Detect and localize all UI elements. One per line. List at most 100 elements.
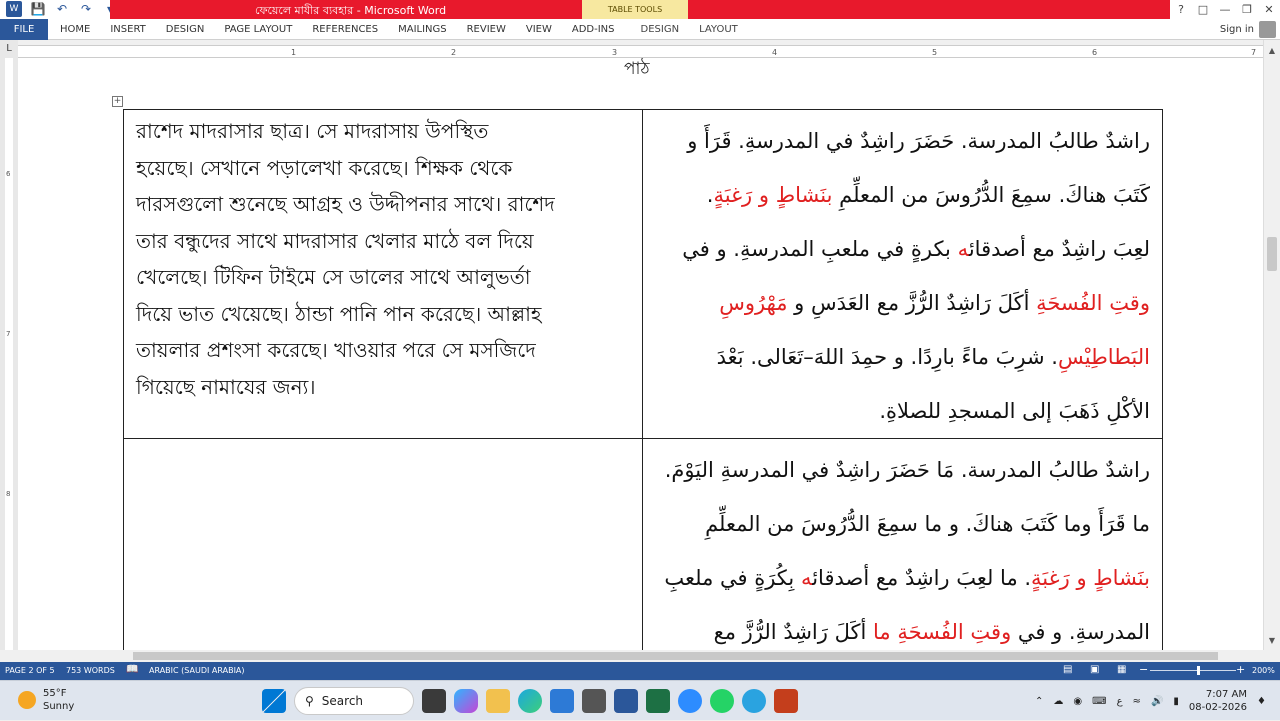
sun-icon[interactable] [18, 691, 36, 709]
zoom-slider-thumb[interactable] [1197, 666, 1200, 675]
read-mode-icon[interactable]: ▤ [1063, 664, 1072, 675]
tab-review[interactable]: REVIEW [457, 19, 516, 40]
bengali-cell[interactable]: রাশেদ মাদরাসার ছাত্র। সে মাদরাসায় উপস্থ… [122, 109, 644, 439]
table-tools-label: TABLE TOOLS [582, 0, 688, 19]
media-icon[interactable] [582, 689, 606, 713]
bengali-line: খেলেছে। টিফিন টাইমে সে ডালের সাথে আলুভর্… [136, 265, 531, 289]
tab-table-design[interactable]: DESIGN [631, 19, 690, 40]
arabic-cell[interactable]: راشدٌ طالبُ المدرسة. مَا حَضَرَ راشِدٌ ف… [642, 438, 1163, 650]
scroll-thumb[interactable] [133, 652, 1218, 660]
arabic-text: راشدٌ طالبُ المدرسة. حَضَرَ راشِدٌ في ال… [687, 129, 1150, 153]
keyboard-icon[interactable]: ⌨ [1092, 696, 1106, 707]
chevron-up-icon[interactable]: ⌃ [1035, 696, 1043, 707]
word-count[interactable]: 753 WORDS [66, 666, 115, 675]
scroll-down-icon[interactable]: ▼ [1264, 634, 1280, 648]
arabic-text: ما قَرَأَ وما كَتَبَ هناكَ. و ما سمِعَ ا… [705, 512, 1150, 536]
search-box[interactable]: ⚲ Search [294, 687, 414, 715]
word-logo-icon[interactable]: W [6, 1, 22, 17]
close-icon[interactable]: ✕ [1258, 0, 1280, 19]
clock[interactable]: 7:07 AM 08-02-2026 [1189, 688, 1247, 714]
tab-selector[interactable]: L [0, 40, 18, 58]
bengali-line: তার বন্ধুদের সাথে মাদরাসার খেলার মাঠে বল… [136, 228, 534, 253]
edge-icon[interactable] [518, 689, 542, 713]
vertical-ruler[interactable]: 6 7 8 [0, 58, 18, 650]
zoom-in-button[interactable]: + [1236, 663, 1245, 676]
arabic-highlight-text: ما [873, 620, 898, 644]
zoom-level[interactable]: 200% [1252, 666, 1275, 675]
zoom-out-button[interactable]: − [1139, 663, 1148, 676]
telegram-app-icon[interactable] [742, 689, 766, 713]
whatsapp-app-icon[interactable] [710, 689, 734, 713]
store-icon[interactable] [550, 689, 574, 713]
notification-icon[interactable]: ♦ [1257, 696, 1266, 707]
horizontal-scrollbar[interactable] [18, 650, 1263, 662]
tab-add-ins[interactable]: ADD-INS [562, 19, 625, 40]
redo-icon[interactable]: ↷ [78, 1, 94, 17]
document-table[interactable]: রাশেদ মাদরাসার ছাত্র। সে মাদরাসায় উপস্থ… [122, 109, 1163, 650]
tab-view[interactable]: VIEW [516, 19, 562, 40]
language-ime[interactable]: ع [1117, 696, 1123, 707]
wifi-icon[interactable]: ≈ [1133, 696, 1141, 707]
page-count[interactable]: PAGE 2 OF 5 [5, 666, 55, 675]
weather-condition: Sunny [43, 701, 75, 712]
scroll-up-icon[interactable]: ▲ [1264, 44, 1280, 58]
arabic-text: لعِبَ راشِدٌ مع أصدقائ [968, 237, 1150, 261]
minimize-icon[interactable]: — [1214, 0, 1236, 19]
date: 08-02-2026 [1188, 702, 1248, 713]
zoom-app-icon[interactable] [678, 689, 702, 713]
help-icon[interactable]: ? [1170, 0, 1192, 19]
onedrive-icon[interactable]: ☁ [1053, 696, 1063, 707]
arabic-line: وقتِ الفُسحَةِ أكَلَ رَاشِدٌ الرُّزَّ مع… [653, 276, 1150, 330]
volume-icon[interactable]: 🔊 [1151, 696, 1163, 707]
windows-start-icon[interactable] [262, 689, 286, 713]
language-indicator[interactable]: ARABIC (SAUDI ARABIA) [149, 666, 245, 675]
vertical-scrollbar[interactable]: ▲ ▼ [1263, 40, 1280, 650]
bengali-line: দিয়ে ভাত খেয়েছে। ঠান্ডা পানি পান করেছে… [136, 301, 542, 326]
sign-in-link[interactable]: Sign in [1220, 19, 1254, 40]
arabic-cell[interactable]: راشدٌ طالبُ المدرسة. حَضَرَ راشِدٌ في ال… [642, 109, 1163, 439]
empty-cell[interactable] [122, 438, 644, 650]
system-tray: ⌃ ☁ ◉ ⌨ ع ≈ 🔊 ▮ 7:07 AM 08-02-2026 ♦ [1035, 681, 1280, 721]
file-explorer-icon[interactable] [486, 689, 510, 713]
copilot-icon[interactable] [454, 689, 478, 713]
weather-widget[interactable]: 55°F Sunny [43, 687, 74, 713]
web-layout-icon[interactable]: ▦ [1117, 664, 1126, 675]
tab-table-layout[interactable]: LAYOUT [689, 19, 748, 40]
battery-icon[interactable]: ▮ [1173, 696, 1179, 707]
avatar[interactable] [1259, 21, 1276, 38]
ruler-tick: 2 [451, 48, 457, 57]
time: 7:07 AM [1205, 689, 1248, 700]
page-heading[interactable]: পাঠ [624, 58, 650, 84]
undo-icon[interactable]: ↶ [54, 1, 70, 17]
tray-app-icon[interactable]: ◉ [1073, 696, 1082, 707]
word-app-icon[interactable] [614, 689, 638, 713]
arabic-text: . ما لعِبَ راشِدٌ مع أصدقائ [812, 566, 1032, 590]
tab-design[interactable]: DESIGN [156, 19, 215, 40]
tab-insert[interactable]: INSERT [100, 19, 155, 40]
arabic-text: أكَلَ رَاشِدٌ الرُّزَّ مع [713, 620, 873, 644]
tab-home[interactable]: HOME [50, 19, 100, 40]
tab-page-layout[interactable]: PAGE LAYOUT [214, 19, 302, 40]
arabic-line: بنَشاطٍ و رَغبَةٍ. ما لعِبَ راشِدٌ مع أص… [653, 551, 1150, 605]
ribbon-display-icon[interactable]: □ [1192, 0, 1214, 19]
arabic-highlight-text: ه [957, 237, 969, 261]
excel-app-icon[interactable] [646, 689, 670, 713]
document-canvas[interactable]: পাঠ + রাশেদ মাদরাসার ছাত্র। সে মাদরাসায়… [18, 58, 1263, 650]
zoom-slider[interactable] [1150, 670, 1236, 671]
proofing-icon[interactable]: 📖 [126, 664, 138, 675]
horizontal-ruler[interactable]: 1 2 3 4 5 6 7 [18, 45, 1263, 58]
tab-mailings[interactable]: MAILINGS [388, 19, 457, 40]
restore-icon[interactable]: ❐ [1236, 0, 1258, 19]
tab-references[interactable]: REFERENCES [302, 19, 388, 40]
save-icon[interactable]: 💾 [30, 1, 46, 17]
print-layout-icon[interactable]: ▣ [1090, 664, 1099, 675]
scroll-thumb[interactable] [1267, 237, 1277, 271]
table-move-handle-icon[interactable]: + [112, 96, 123, 107]
status-bar: PAGE 2 OF 5 753 WORDS 📖 ARABIC (SAUDI AR… [0, 662, 1280, 680]
ruler-tick: 7 [1251, 48, 1257, 57]
powerpoint-app-icon[interactable] [774, 689, 798, 713]
task-view-icon[interactable] [422, 689, 446, 713]
file-tab[interactable]: FILE [0, 19, 48, 40]
bengali-line: তায়লার প্রশংসা করেছে। খাওয়ার পরে সে মস… [136, 338, 536, 362]
taskbar: 55°F Sunny ⚲ Search ⌃ ☁ ◉ ⌨ ع ≈ 🔊 ▮ 7:07… [0, 680, 1280, 720]
